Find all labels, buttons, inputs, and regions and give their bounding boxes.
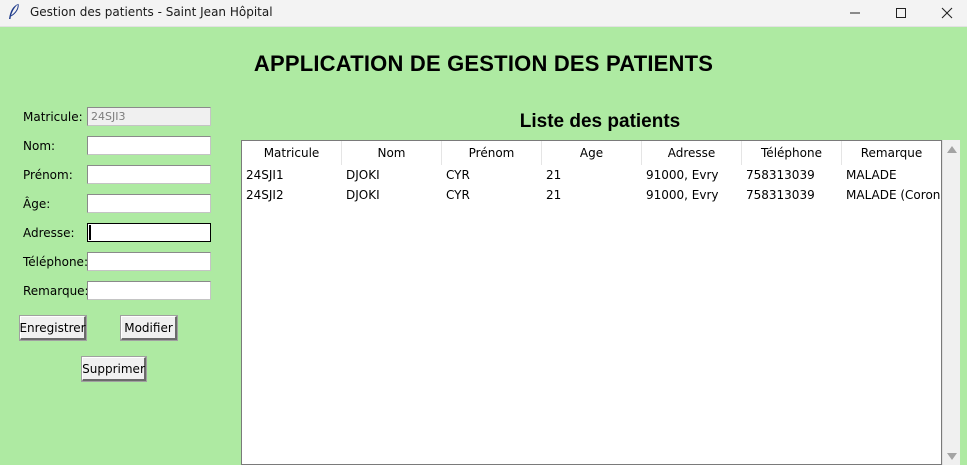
cell-nom: DJOKI	[346, 168, 380, 182]
scroll-down-arrow-icon[interactable]	[947, 453, 957, 460]
maximize-button[interactable]	[878, 0, 924, 26]
cell-matricule: 24SJI1	[246, 168, 284, 182]
nom-label: Nom:	[23, 139, 56, 153]
maximize-icon	[896, 8, 906, 18]
column-header-telephone[interactable]: Téléphone	[742, 141, 842, 165]
telephone-label: Téléphone:	[23, 255, 88, 269]
cell-age: 21	[546, 188, 562, 202]
text-cursor	[89, 225, 91, 240]
cell-prenom: CYR	[446, 188, 470, 202]
column-header-adresse[interactable]: Adresse	[642, 141, 742, 165]
adresse-field[interactable]	[87, 223, 211, 242]
title-bar: Gestion des patients - Saint Jean Hôpita…	[0, 0, 967, 27]
nom-field[interactable]	[87, 136, 211, 155]
patient-list-title: Liste des patients	[519, 111, 681, 132]
app-heading: APPLICATION DE GESTION DES PATIENTS	[253, 51, 714, 76]
column-header-remarque[interactable]: Remarque	[842, 141, 941, 165]
table-row[interactable]: 24SJI2 DJOKI CYR 21 91000, Evry 75831303…	[242, 185, 942, 205]
adresse-label: Adresse:	[23, 226, 75, 240]
table-row[interactable]: 24SJI1 DJOKI CYR 21 91000, Evry 75831303…	[242, 165, 941, 185]
cell-nom: DJOKI	[346, 188, 380, 202]
window-title: Gestion des patients - Saint Jean Hôpita…	[30, 5, 273, 19]
close-button[interactable]	[924, 0, 967, 26]
table-header: Matricule Nom Prénom Age Adresse Télépho…	[242, 141, 941, 165]
cell-age: 21	[546, 168, 562, 182]
edit-button[interactable]: Modifier	[120, 315, 178, 341]
prenom-field[interactable]	[87, 165, 211, 184]
cell-telephone: 758313039	[746, 168, 815, 182]
patient-table[interactable]: Matricule Nom Prénom Age Adresse Télépho…	[241, 140, 942, 465]
cell-prenom: CYR	[446, 168, 470, 182]
remarque-field[interactable]	[87, 281, 211, 300]
delete-button[interactable]: Supprimer	[81, 356, 147, 382]
vertical-scrollbar[interactable]	[942, 140, 960, 465]
minimize-icon	[850, 12, 860, 14]
column-header-age[interactable]: Age	[542, 141, 642, 165]
cell-telephone: 758313039	[746, 188, 815, 202]
column-header-matricule[interactable]: Matricule	[242, 141, 342, 165]
age-label: Âge:	[23, 197, 51, 211]
remarque-label: Remarque:	[23, 284, 89, 298]
save-button[interactable]: Enregistrer	[19, 315, 87, 341]
column-header-prenom[interactable]: Prénom	[442, 141, 542, 165]
cell-adresse: 91000, Evry	[646, 168, 719, 182]
column-header-nom[interactable]: Nom	[342, 141, 442, 165]
minimize-button[interactable]	[832, 0, 878, 26]
close-icon	[941, 7, 953, 19]
cell-adresse: 91000, Evry	[646, 188, 719, 202]
cell-matricule: 24SJI2	[246, 188, 284, 202]
matricule-label: Matricule:	[23, 110, 83, 124]
age-field[interactable]	[87, 194, 211, 213]
feather-icon	[9, 3, 19, 19]
telephone-field[interactable]	[87, 252, 211, 271]
table-body: 24SJI1 DJOKI CYR 21 91000, Evry 75831303…	[242, 165, 942, 205]
matricule-field[interactable]	[87, 107, 211, 126]
prenom-label: Prénom:	[23, 168, 73, 182]
cell-remarque: MALADE (Corona	[846, 188, 942, 202]
scroll-up-arrow-icon[interactable]	[947, 146, 957, 153]
cell-remarque: MALADE	[846, 168, 897, 182]
